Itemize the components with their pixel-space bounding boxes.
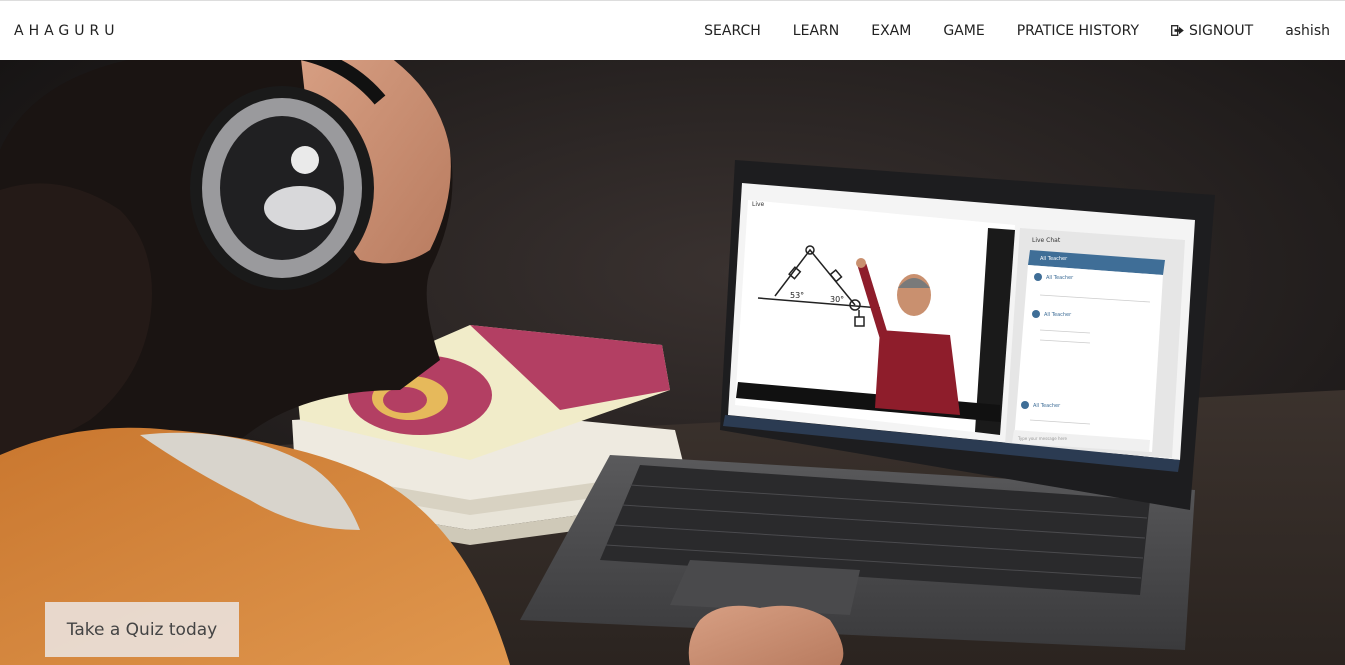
take-quiz-button[interactable]: Take a Quiz today [45, 602, 239, 657]
nav-exam-link[interactable]: EXAM [871, 1, 911, 61]
nav-game-link[interactable]: GAME [943, 1, 984, 61]
signout-icon [1171, 25, 1184, 36]
angle-label-2: 30° [830, 295, 844, 304]
top-navbar: AHAGURU SEARCH LEARN EXAM GAME PRATICE H… [0, 0, 1345, 60]
chat-input-placeholder: Type your message here [1017, 436, 1068, 441]
nav-practice-history-link[interactable]: PRATICE HISTORY [1017, 1, 1139, 61]
chat-header: All Teacher [1040, 256, 1068, 262]
nav-signout-link[interactable]: SIGNOUT [1171, 1, 1253, 61]
nav-search-link[interactable]: SEARCH [704, 1, 761, 61]
chat-title: Live Chat [1032, 237, 1061, 244]
chat-msg-author-1: All Teacher [1046, 275, 1074, 281]
angle-label-1: 53° [790, 291, 804, 300]
hero-banner: 53° 30° Live Live Chat All Teacher All T… [0, 60, 1345, 665]
brand-logo[interactable]: AHAGURU [14, 23, 120, 39]
hero-image: 53° 30° Live Live Chat All Teacher All T… [0, 60, 1345, 665]
signout-label: SIGNOUT [1189, 22, 1254, 39]
nav-user-link[interactable]: ashish [1285, 1, 1330, 61]
chat-msg-author-2: All Teacher [1044, 312, 1072, 318]
chat-msg-author-3: All Teacher [1033, 403, 1061, 409]
live-label: Live [752, 201, 765, 208]
main-nav: SEARCH LEARN EXAM GAME PRATICE HISTORY S… [704, 1, 1330, 61]
nav-learn-link[interactable]: LEARN [793, 1, 839, 61]
